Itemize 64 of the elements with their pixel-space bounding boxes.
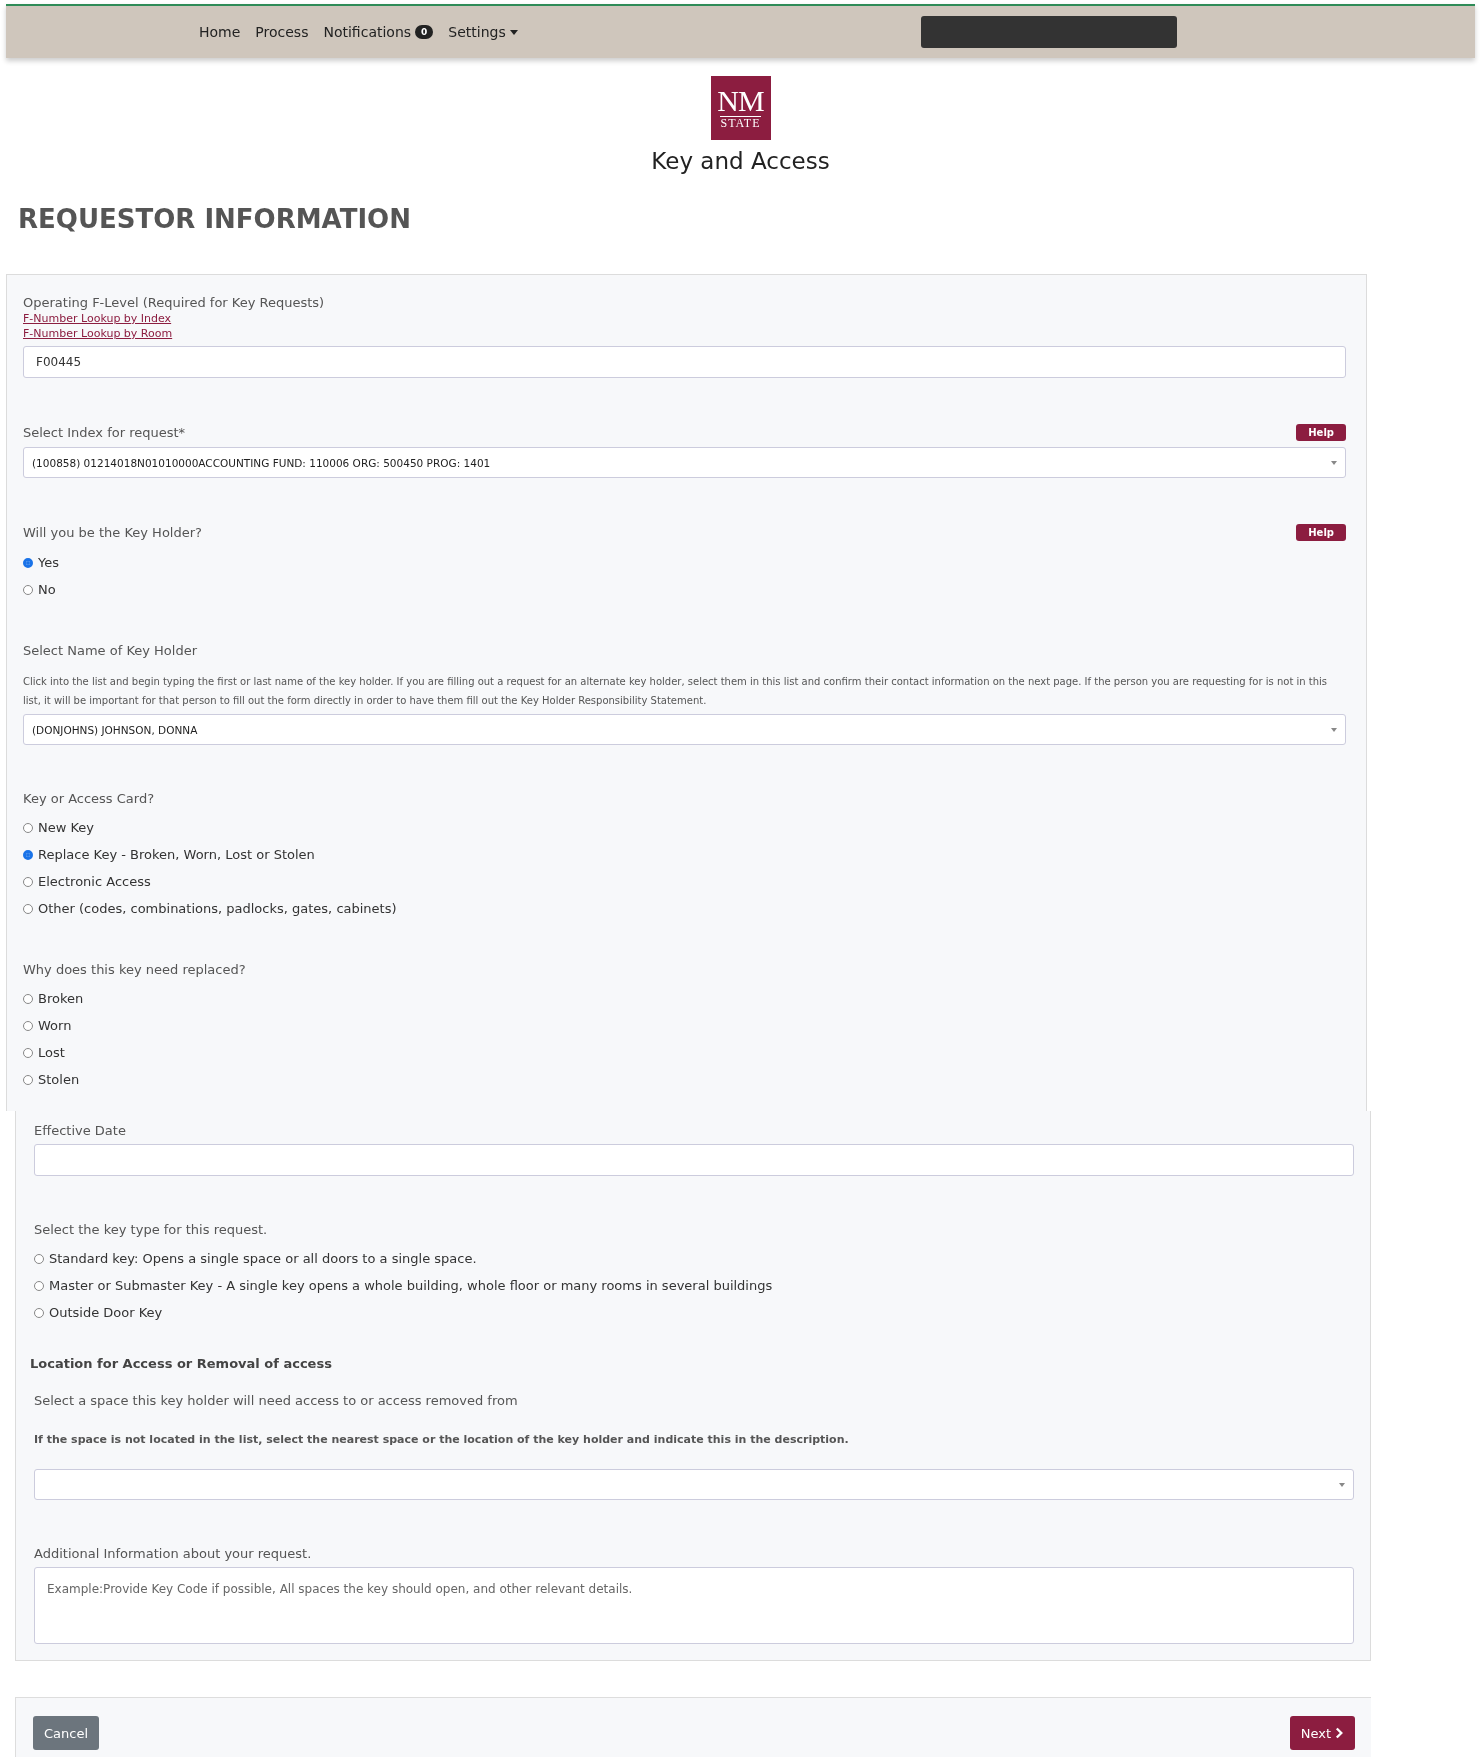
radio-button[interactable] [23, 557, 33, 568]
dropdown-field[interactable]: (100858) 01214018N01010000ACCOUNTING FUND: 110006 ORG: 500450 PROG: 1401 [23, 447, 1346, 478]
field-label: Will you be the Key Holder? [23, 525, 202, 540]
radio-button[interactable] [23, 584, 33, 595]
dropdown-caret-icon [1339, 1482, 1345, 1487]
radio-label: Other (codes, combinations, padlocks, gates, cabinets) [38, 901, 397, 916]
radio-button[interactable] [23, 876, 33, 887]
dropdown-caret-icon [1331, 727, 1337, 732]
radio-label: Electronic Access [38, 874, 151, 889]
dropdown-caret-icon [1331, 460, 1337, 465]
settings-menu[interactable]: Settings [448, 24, 518, 40]
field-label: Select Name of Key Holder [23, 643, 198, 658]
chevron-right-icon [1335, 1727, 1344, 1739]
field-label: Select a space this key holder will need access to or access removed from [34, 1393, 518, 1408]
field-label: Why does this key need replaced? [23, 962, 246, 977]
help-text: Click into the list and begin typing the first or last name of the key holder. If you are filling out a request for an alternate key holder, select them in this list and confirm their contact information on the next page. If the person you are requesting for is not in this list, it will be important for that person to fill out the form directly in order to have them fill out the Key Holder Responsibility Statement. [23, 675, 1329, 708]
radio-button[interactable] [34, 1307, 44, 1318]
field-label: Select Index for request* [23, 425, 186, 440]
dropdown-field[interactable] [34, 1469, 1354, 1500]
radio-button[interactable] [23, 822, 33, 833]
radio-label: Replace Key - Broken, Worn, Lost or Stolen [38, 847, 315, 862]
dropdown-field[interactable]: (DONJOHNS) JOHNSON, DONNA [23, 714, 1346, 745]
help-button[interactable]: Help [1296, 424, 1346, 441]
lookup-link[interactable]: F-Number Lookup by Index [23, 312, 1346, 325]
radio-label: Yes [38, 555, 59, 570]
field-label: Key or Access Card? [23, 791, 155, 806]
app-title: Key and Access [651, 148, 830, 174]
radio-button[interactable] [23, 1020, 33, 1031]
field-label: Operating F-Level (Required for Key Requests) [23, 295, 325, 310]
radio-label: Lost [38, 1045, 65, 1060]
next-button[interactable]: Next [1289, 1716, 1355, 1750]
radio-button[interactable] [23, 993, 33, 1004]
text-area[interactable]: Example:Provide Key Code if possible, All spaces the key should open, and other relevant details. [34, 1567, 1354, 1644]
input-field[interactable]: F00445 [23, 346, 1346, 378]
radio-label: Broken [38, 991, 84, 1006]
radio-button[interactable] [34, 1253, 44, 1264]
page-heading: REQUESTOR INFORMATION [18, 204, 412, 234]
help-button[interactable]: Help [1296, 524, 1346, 541]
field-label: Select the key type for this request. [34, 1222, 268, 1237]
radio-label: Worn [38, 1018, 72, 1033]
count-badge: 0 [415, 25, 434, 39]
cancel-button[interactable]: Cancel [33, 1716, 100, 1750]
radio-button[interactable] [23, 1074, 33, 1085]
nav-link[interactable]: Home [199, 24, 241, 40]
radio-button[interactable] [23, 1047, 33, 1058]
lookup-link[interactable]: F-Number Lookup by Room [23, 327, 1346, 340]
field-label: Effective Date [34, 1123, 126, 1138]
radio-label: Outside Door Key [49, 1305, 163, 1320]
input-field[interactable] [34, 1144, 1354, 1176]
field-label: Additional Information about your request. [34, 1546, 312, 1561]
nav-link[interactable]: Process [255, 24, 309, 40]
radio-label: No [38, 582, 56, 597]
nav-link[interactable]: Notifications 0 [323, 24, 434, 40]
radio-button[interactable] [23, 849, 33, 860]
radio-label: Master or Submaster Key - A single key opens a whole building, whole floor or many rooms in several buildings [49, 1278, 773, 1293]
radio-button[interactable] [34, 1280, 44, 1291]
radio-button[interactable] [23, 903, 33, 914]
help-text: If the space is not located in the list, select the nearest space or the location of the key holder and indicate this in the description. [34, 1432, 850, 1448]
caret-icon [509, 29, 518, 35]
university-logo: NM STATE [710, 76, 771, 140]
radio-label: Stolen [38, 1072, 80, 1087]
radio-label: New Key [38, 820, 95, 835]
radio-label: Standard key: Opens a single space or all doors to a single space. [49, 1251, 477, 1266]
section-heading: Location for Access or Removal of access [30, 1356, 333, 1371]
